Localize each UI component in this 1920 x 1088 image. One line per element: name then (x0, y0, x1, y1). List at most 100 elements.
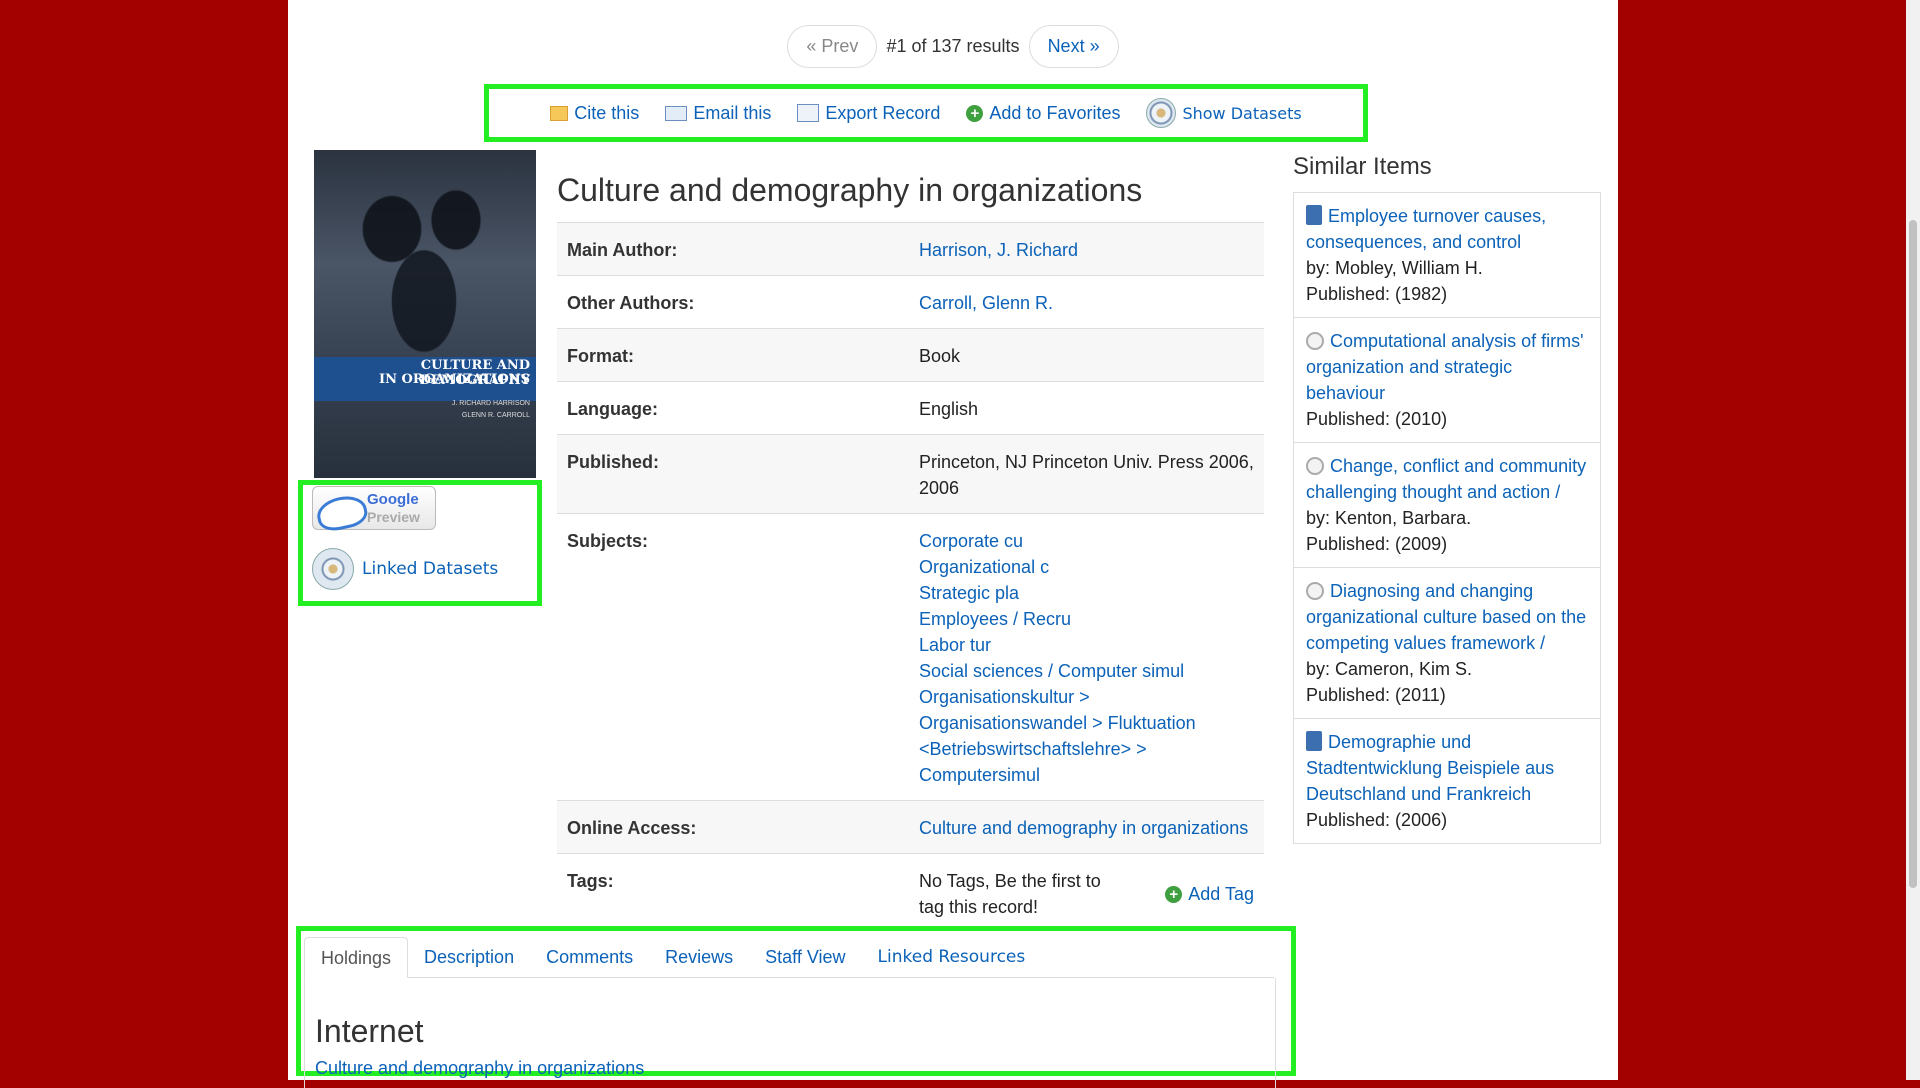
similar-item-title[interactable]: Employee turnover causes, consequences, … (1306, 206, 1546, 252)
detail-row-other-authors: Other Authors: Carroll, Glenn R. (557, 275, 1264, 328)
field-label: Language: (567, 399, 659, 419)
detail-row-subjects: Subjects: Corporate cu Organizational c … (557, 513, 1264, 800)
holdings-panel: Internet Culture and demography in organ… (304, 978, 1276, 1088)
similar-items-list: Employee turnover causes, consequences, … (1293, 192, 1601, 844)
language-value: English (919, 399, 979, 419)
tab-linked-resources[interactable]: Linked Resources (862, 937, 1042, 977)
similar-item-author: by: Mobley, William H. (1306, 258, 1483, 278)
detail-row-language: Language: English (557, 381, 1264, 434)
favorites-link[interactable]: + Add to Favorites (966, 103, 1120, 124)
tab-staff-view[interactable]: Staff View (749, 937, 861, 977)
subject-link[interactable]: <Betriebswirtschaftslehre> > (919, 736, 1254, 762)
no-tags-text: No Tags, Be the first to tag this record… (919, 871, 1101, 917)
similar-item-author: by: Kenton, Barbara. (1306, 508, 1472, 528)
google-preview-line1: Google (367, 491, 419, 508)
similar-item: Employee turnover causes, consequences, … (1294, 193, 1600, 318)
subject-link[interactable]: Organisationskultur > (919, 684, 1254, 710)
show-datasets-label: Show Datasets (1182, 103, 1302, 123)
subject-link[interactable]: Corporate cu (919, 528, 1254, 554)
dataset-seal-icon (1146, 98, 1177, 128)
pager: « Prev #1 of 137 results Next » (288, 25, 1618, 68)
holdings-heading: Internet (315, 1013, 424, 1049)
prev-button[interactable]: « Prev (787, 25, 878, 68)
similar-item-title[interactable]: Demographie und Stadtentwicklung Beispie… (1306, 732, 1554, 804)
main-author-link[interactable]: Harrison, J. Richard (919, 240, 1078, 260)
add-tag-button[interactable]: + Add Tag (1165, 868, 1254, 920)
online-access-link[interactable]: Culture and demography in organizations (919, 818, 1248, 838)
similar-items-heading: Similar Items (1293, 153, 1432, 180)
subject-link[interactable]: Strategic pla (919, 580, 1254, 606)
record-title: Culture and demography in organizations (557, 172, 1143, 208)
google-preview-line2: Preview (367, 509, 420, 525)
similar-item-title[interactable]: Change, conflict and community challengi… (1306, 456, 1586, 502)
disk-icon (1306, 582, 1324, 600)
other-author-link[interactable]: Carroll, Glenn R. (919, 293, 1053, 313)
book-cover[interactable]: CULTURE AND DEMOGRAPHY IN ORGANIZATIONS … (314, 150, 536, 478)
open-book-icon (314, 492, 370, 534)
disk-icon (1306, 332, 1324, 350)
field-label: Format: (567, 346, 634, 366)
email-link[interactable]: Email this (665, 103, 771, 124)
vertical-scrollbar[interactable] (1906, 0, 1920, 1080)
export-icon (797, 104, 820, 122)
field-label: Other Authors: (567, 293, 695, 313)
tab-holdings[interactable]: Holdings (304, 937, 409, 978)
cover-art (344, 175, 504, 355)
book-icon (1306, 205, 1322, 225)
format-value: Book (919, 346, 961, 366)
detail-row-format: Format: Book (557, 328, 1264, 381)
disk-icon (1306, 457, 1324, 475)
detail-row-tags: Tags: No Tags, Be the first to tag this … (557, 853, 1264, 932)
tab-reviews[interactable]: Reviews (649, 937, 749, 977)
field-label: Published: (567, 452, 660, 472)
linked-datasets-label: Linked Datasets (362, 559, 499, 579)
subjects-list: Corporate cu Organizational c Strategic … (919, 528, 1254, 788)
page-container: « Prev #1 of 137 results Next » Cite thi… (288, 0, 1618, 1088)
show-datasets-link[interactable]: Show Datasets (1146, 98, 1302, 128)
subject-link[interactable]: Computersimul (919, 762, 1254, 788)
subject-link[interactable]: Organisationswandel > Fluktuation (919, 710, 1254, 736)
similar-item-title[interactable]: Computational analysis of firms' organiz… (1306, 331, 1584, 403)
export-label: Export Record (825, 102, 941, 123)
detail-row-main-author: Main Author: Harrison, J. Richard (557, 222, 1264, 275)
field-label: Main Author: (567, 240, 678, 260)
record-tabs: Holdings Description Comments Reviews St… (304, 937, 1274, 978)
record-details: Main Author: Harrison, J. Richard Other … (557, 222, 1264, 932)
cite-icon (550, 105, 569, 121)
result-count: #1 of 137 results (886, 36, 1020, 56)
add-icon: + (1165, 885, 1183, 903)
google-preview-button[interactable]: Google Preview (312, 486, 436, 534)
holdings-resource-link[interactable]: Culture and demography in organizations (315, 1058, 1275, 1079)
subject-link[interactable]: Employees / Recru (919, 606, 1254, 632)
similar-item-published: Published: (2009) (1306, 534, 1448, 554)
scrollbar-thumb[interactable] (1909, 220, 1917, 888)
similar-item: Computational analysis of firms' organiz… (1294, 318, 1600, 443)
export-link[interactable]: Export Record (797, 103, 940, 124)
field-label: Tags: (567, 871, 614, 891)
envelope-icon (665, 105, 688, 121)
cite-link[interactable]: Cite this (550, 103, 639, 124)
detail-row-published: Published: Princeton, NJ Princeton Univ.… (557, 434, 1264, 513)
favorites-label: Add to Favorites (989, 102, 1121, 123)
similar-item: Diagnosing and changing organizational c… (1294, 568, 1600, 719)
similar-item-title[interactable]: Diagnosing and changing organizational c… (1306, 581, 1586, 653)
record-toolbar: Cite this Email this Export Record + Add… (484, 84, 1368, 142)
next-button[interactable]: Next » (1028, 25, 1119, 68)
linked-datasets-link[interactable]: Linked Datasets (312, 548, 498, 590)
similar-item-published: Published: (2011) (1306, 685, 1446, 705)
similar-item-published: Published: (1982) (1306, 284, 1448, 304)
add-icon: + (966, 104, 984, 122)
similar-item-published: Published: (2010) (1306, 409, 1448, 429)
cover-title-line2: IN ORGANIZATIONS (379, 372, 530, 387)
subject-link[interactable]: Social sciences / Computer simul (919, 658, 1254, 684)
tab-comments[interactable]: Comments (530, 937, 649, 977)
subject-link[interactable]: Labor tur (919, 632, 1254, 658)
book-icon (1306, 731, 1322, 751)
similar-item-author: by: Cameron, Kim S. (1306, 659, 1473, 679)
cover-author2: GLENN R. CARROLL (461, 412, 530, 419)
subject-link[interactable]: Organizational c (919, 554, 1254, 580)
email-label: Email this (693, 102, 772, 123)
tab-description[interactable]: Description (408, 937, 530, 977)
detail-row-online-access: Online Access: Culture and demography in… (557, 800, 1264, 853)
cite-label: Cite this (574, 102, 640, 123)
